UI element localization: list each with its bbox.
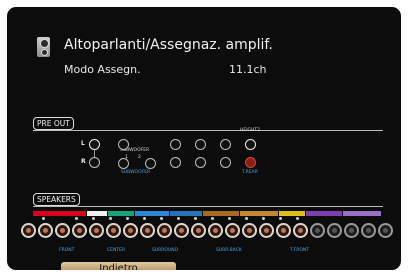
- mode-value: 11.1ch: [229, 63, 267, 76]
- settings-panel: Altoparlanti/Assegnaz. amplif. Modo Asse…: [7, 7, 401, 270]
- speaker-terminal: [242, 223, 257, 238]
- subwoofer-1-jack: [118, 158, 129, 169]
- speaker-terminal: [106, 223, 121, 238]
- speaker-terminal: [259, 223, 274, 238]
- speaker-terminal: [225, 223, 240, 238]
- speaker-terminal: [293, 223, 308, 238]
- speakers-section-title: SPEAKERS: [33, 193, 80, 206]
- zone-surr-back-label: SURR.BACK: [216, 248, 242, 253]
- page-title: Altoparlanti/Assegnaz. amplif.: [64, 37, 273, 53]
- height1-bar: [279, 211, 305, 216]
- preout-jack-surround: [118, 139, 129, 150]
- speaker-terminal: [89, 223, 104, 238]
- dot: [92, 217, 95, 220]
- speaker-terminal-unused: [344, 223, 359, 238]
- speaker-terminal-unused: [361, 223, 376, 238]
- dot: [245, 217, 248, 220]
- surr-back-bar: [203, 211, 239, 216]
- speaker-terminal: [72, 223, 87, 238]
- speaker-icon: [37, 37, 50, 57]
- dot: [177, 217, 180, 220]
- dot: [160, 217, 163, 220]
- front-bar: [33, 211, 86, 216]
- dot: [126, 217, 129, 220]
- preout-jack-b2: [195, 157, 206, 168]
- dot: [296, 217, 299, 220]
- surround-right-bar: [170, 211, 202, 216]
- height2-jack-right: [245, 157, 256, 168]
- speaker-terminal-unused: [310, 223, 325, 238]
- dot: [42, 217, 45, 220]
- speaker-terminal: [123, 223, 138, 238]
- speakers-divider: [33, 206, 383, 207]
- zone-front-label: FRONT: [59, 248, 75, 253]
- dot: [228, 217, 231, 220]
- speaker-terminal: [157, 223, 172, 238]
- subwoofer-2-jack: [145, 158, 156, 169]
- front-right-bar: [87, 211, 107, 216]
- preout-link: [94, 150, 95, 157]
- back-button[interactable]: Indietro: [61, 262, 176, 270]
- subwoofer-2-label: 2: [138, 155, 141, 160]
- center-bar: [108, 211, 134, 216]
- zone-surround-label: SURROUND: [152, 248, 179, 253]
- left-tag: L: [81, 140, 85, 147]
- surr-back-right-bar: [240, 211, 278, 216]
- dot: [194, 217, 197, 220]
- speaker-terminal: [174, 223, 189, 238]
- preout-jack-a2: [170, 157, 181, 168]
- height3-bar: [306, 211, 342, 216]
- screen: Altoparlanti/Assegnaz. amplif. Modo Asse…: [0, 0, 408, 276]
- preout-jack-front-right: [89, 157, 100, 168]
- preout-jack-a: [170, 139, 181, 150]
- zone-t-front-label: T.FRONT: [290, 248, 310, 253]
- zone-center-label: CENTER: [107, 248, 126, 253]
- dot: [211, 217, 214, 220]
- speaker-terminal-unused: [378, 223, 393, 238]
- speaker-terminal: [140, 223, 155, 238]
- speaker-terminal: [191, 223, 206, 238]
- height2-label: HEIGHT2: [240, 128, 261, 133]
- dot: [279, 217, 282, 220]
- subwoofer-zone-label: SUBWOOFER: [121, 170, 151, 175]
- preout-jack-c2: [220, 157, 231, 168]
- speaker-terminal: [276, 223, 291, 238]
- preout-section-title: PRE OUT: [33, 117, 74, 130]
- preout-divider: [33, 130, 383, 131]
- preout-jack-b: [195, 139, 206, 150]
- height3-right-bar: [343, 211, 381, 216]
- dot: [75, 217, 78, 220]
- treak-label: T.REAR: [242, 170, 258, 175]
- speaker-terminal: [208, 223, 223, 238]
- preout-jack-c: [220, 139, 231, 150]
- speaker-terminal-unused: [327, 223, 342, 238]
- right-tag: R: [81, 158, 86, 165]
- dot: [262, 217, 265, 220]
- height2-jack-left: [245, 139, 256, 150]
- dot: [109, 217, 112, 220]
- speaker-terminal: [55, 223, 70, 238]
- dot: [143, 217, 146, 220]
- surround-bar: [135, 211, 169, 216]
- speaker-terminal: [38, 223, 53, 238]
- speaker-terminal: [21, 223, 36, 238]
- preout-jack-front-left: [89, 139, 100, 150]
- mode-label: Modo Assegn.: [64, 63, 141, 76]
